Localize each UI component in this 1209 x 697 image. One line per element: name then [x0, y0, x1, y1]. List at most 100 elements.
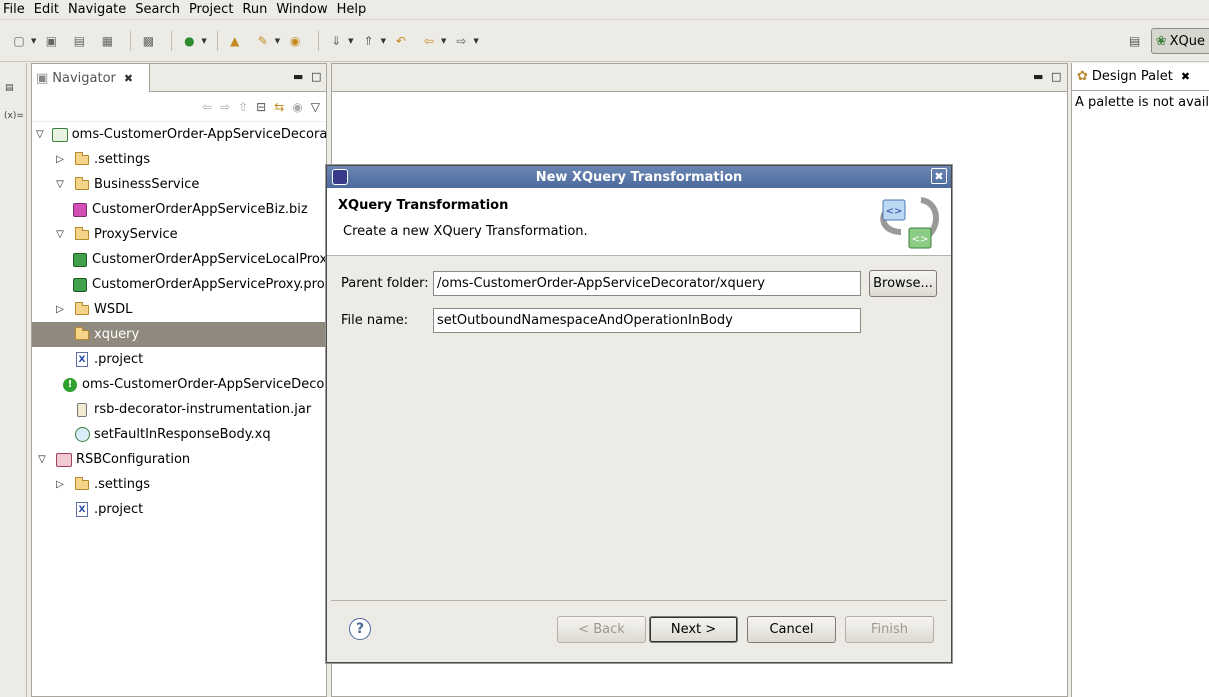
minimize-icon[interactable]: ▬	[293, 70, 303, 83]
help-icon[interactable]: ?	[349, 618, 371, 640]
close-icon[interactable]: ✖	[124, 72, 133, 85]
back-icon[interactable]: ⇦	[418, 30, 440, 52]
tree-item[interactable]: ▽ BusinessService	[32, 172, 326, 197]
menu-search[interactable]: Search	[132, 0, 186, 20]
project-icon	[51, 127, 68, 143]
forward-icon[interactable]: ⇨	[450, 30, 472, 52]
tree-item-label: CustomerOrderAppServiceBiz.biz	[92, 202, 308, 217]
menu-help[interactable]: Help	[334, 0, 373, 20]
open-type-icon[interactable]: ▲	[224, 30, 246, 52]
tree-item[interactable]: CustomerOrderAppServiceProxy.proxy	[32, 272, 326, 297]
run-dropdown-icon[interactable]: ▼	[201, 37, 206, 45]
collapse-all-icon[interactable]: ⊟	[256, 100, 266, 114]
close-icon[interactable]: ✖	[1181, 70, 1190, 83]
link-editor-icon[interactable]: ⇆	[274, 100, 284, 114]
next-annotation-icon[interactable]: ⇓	[325, 30, 347, 52]
menu-file[interactable]: File	[0, 0, 31, 20]
palette-icon: ✿	[1077, 69, 1088, 84]
restore-icon[interactable]: ▤	[5, 83, 14, 93]
menu-project[interactable]: Project	[186, 0, 239, 20]
config-icon: !	[62, 377, 78, 393]
perspective-button[interactable]: ❀ XQue	[1150, 28, 1209, 54]
tree-item[interactable]: CustomerOrderAppServiceBiz.biz	[32, 197, 326, 222]
tree-item-label: oms-CustomerOrder-AppServiceDecorator	[82, 377, 326, 392]
parent-folder-label: Parent folder:	[341, 275, 429, 291]
print-icon[interactable]: ▦	[96, 30, 118, 52]
minimize-icon[interactable]: ▬	[1033, 70, 1043, 83]
up-icon[interactable]: ⇧	[238, 100, 248, 114]
binary-icon[interactable]: ▩	[137, 30, 159, 52]
toolbar-separator	[216, 30, 218, 51]
menu-navigate[interactable]: Navigate	[65, 0, 132, 20]
navigator-tab-bar: ▣ Navigator ✖ ▬ □	[32, 64, 326, 92]
prev-annotation-dropdown-icon[interactable]: ▼	[381, 37, 386, 45]
view-menu-icon[interactable]: ▽	[311, 100, 320, 114]
tree-item[interactable]: ▽ oms-CustomerOrder-AppServiceDecorator	[32, 122, 326, 147]
tree-item-label: .settings	[94, 477, 150, 492]
expanded-icon[interactable]: ▽	[36, 129, 44, 140]
finish-button[interactable]: Finish	[845, 616, 934, 643]
save-all-icon[interactable]: ▤	[68, 30, 90, 52]
tree-item-label: BusinessService	[94, 177, 200, 192]
maximize-icon[interactable]: □	[1051, 70, 1061, 83]
cancel-button[interactable]: Cancel	[747, 616, 836, 643]
tree-item[interactable]: ▷ WSDL	[32, 297, 326, 322]
parent-folder-input[interactable]	[433, 270, 861, 296]
search-icon[interactable]: ◉	[284, 30, 306, 52]
menu-window[interactable]: Window	[273, 0, 333, 20]
collapsed-icon[interactable]: ▷	[54, 154, 66, 165]
tree-item[interactable]: rsb-decorator-instrumentation.jar	[32, 397, 326, 422]
tree-item[interactable]: X .project	[32, 497, 326, 522]
tree-item-label: CustomerOrderAppServiceLocalProxy.proxy	[92, 252, 326, 267]
navigator-tab[interactable]: ▣ Navigator ✖	[32, 64, 150, 92]
xquery-perspective-icon: ❀	[1155, 33, 1167, 49]
back-dropdown-icon[interactable]: ▼	[441, 37, 446, 45]
tree-item-label: oms-CustomerOrder-AppServiceDecorator	[71, 127, 326, 142]
filter-icon[interactable]: ◉	[292, 100, 302, 114]
tree-item[interactable]: xquery	[32, 322, 326, 347]
perspective-label: XQue	[1169, 33, 1205, 49]
variables-icon[interactable]: (x)=	[4, 111, 24, 121]
expanded-icon[interactable]: ▽	[36, 454, 48, 465]
expanded-icon[interactable]: ▽	[54, 229, 66, 240]
tree-item[interactable]: ▽ ProxyService	[32, 222, 326, 247]
design-palette-tab[interactable]: ✿ Design Palet ✖	[1072, 63, 1209, 91]
tree-item[interactable]: ▽ RSBConfiguration	[32, 447, 326, 472]
run-icon[interactable]: ●	[178, 30, 200, 52]
tree-item[interactable]: CustomerOrderAppServiceLocalProxy.proxy	[32, 247, 326, 272]
tree-item[interactable]: ▷ .settings	[32, 472, 326, 497]
prev-annotation-icon[interactable]: ⇑	[358, 30, 380, 52]
new-dropdown-icon[interactable]: ▼	[31, 37, 36, 45]
save-icon[interactable]: ▣	[40, 30, 62, 52]
open-task-icon[interactable]: ✎	[252, 30, 274, 52]
parent-folder-row: Parent folder: Browse...	[341, 269, 937, 297]
back-button[interactable]: < Back	[557, 616, 646, 643]
close-icon[interactable]: ✖	[931, 168, 947, 184]
menu-run[interactable]: Run	[239, 0, 273, 20]
new-wizard-icon[interactable]: ▢	[8, 30, 30, 52]
last-edit-icon[interactable]: ↶	[390, 30, 412, 52]
open-perspective-icon[interactable]: ▤	[1125, 31, 1145, 51]
folder-icon	[74, 151, 90, 168]
next-annotation-dropdown-icon[interactable]: ▼	[348, 37, 353, 45]
tree-item[interactable]: ▷ .settings	[32, 147, 326, 172]
tree-item[interactable]: X .project	[32, 347, 326, 372]
tree-item-label: .project	[94, 352, 144, 367]
maximize-icon[interactable]: □	[311, 70, 321, 83]
expanded-icon[interactable]: ▽	[54, 179, 66, 190]
collapsed-icon[interactable]: ▷	[54, 304, 66, 315]
task-dropdown-icon[interactable]: ▼	[275, 37, 280, 45]
back-icon[interactable]: ⇦	[202, 100, 212, 114]
browse-button[interactable]: Browse...	[869, 269, 937, 297]
forward-dropdown-icon[interactable]: ▼	[473, 37, 478, 45]
tree-item[interactable]: ! oms-CustomerOrder-AppServiceDecorator	[32, 372, 326, 397]
file-name-input[interactable]	[433, 307, 861, 333]
next-button[interactable]: Next >	[649, 616, 738, 643]
toolbar-separator	[171, 30, 173, 51]
business-service-icon	[72, 202, 88, 218]
project-icon	[56, 452, 72, 468]
menu-edit[interactable]: Edit	[31, 0, 65, 20]
tree-item[interactable]: setFaultInResponseBody.xq	[32, 422, 326, 447]
collapsed-icon[interactable]: ▷	[54, 479, 66, 490]
forward-icon[interactable]: ⇨	[220, 100, 230, 114]
